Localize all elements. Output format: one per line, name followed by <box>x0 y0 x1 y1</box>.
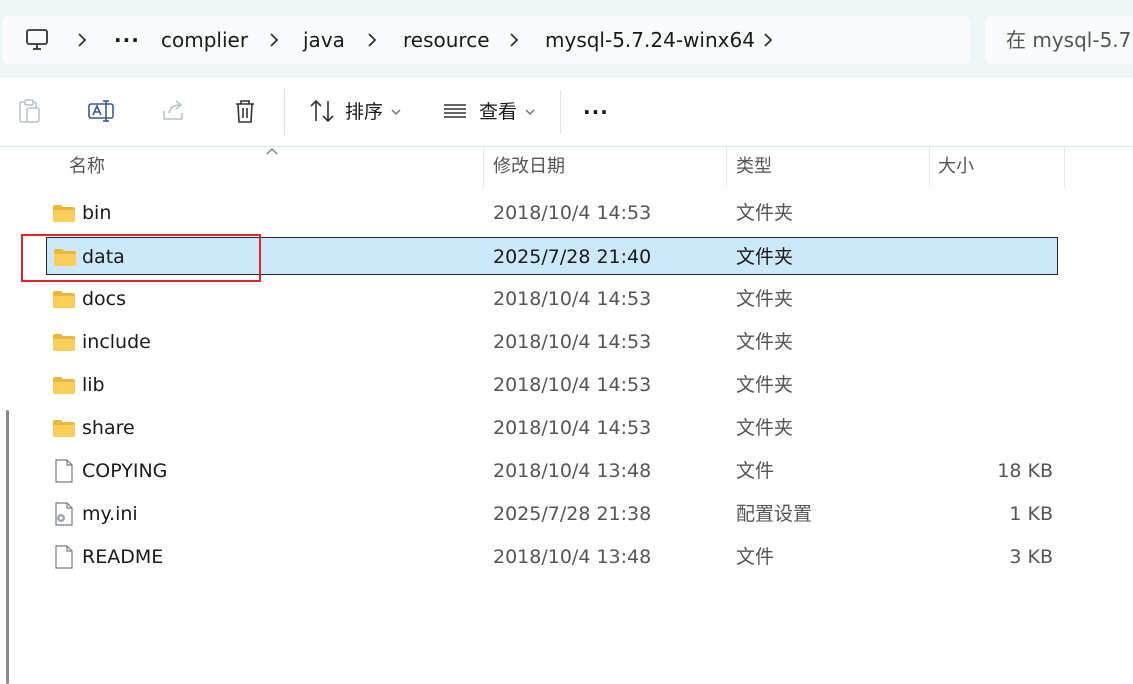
file-date: 2025/7/28 21:38 <box>493 503 652 525</box>
view-icon[interactable] <box>441 97 469 125</box>
breadcrumb-resource[interactable]: resource <box>403 16 490 64</box>
command-bar: 排序 查看 ··· <box>0 78 1133 147</box>
file-row-my-ini[interactable]: my.ini 2025/7/28 21:38 配置设置 1 KB <box>46 495 1058 533</box>
column-header-size[interactable]: 大小 <box>938 147 974 187</box>
breadcrumb-complier[interactable]: complier <box>161 16 248 64</box>
file-icon <box>55 459 73 483</box>
folder-icon <box>53 377 75 394</box>
toolbar-divider <box>284 90 285 134</box>
folder-icon <box>53 205 75 222</box>
file-size: 3 KB <box>1009 546 1053 568</box>
column-divider[interactable] <box>483 147 484 187</box>
chevron-right-icon[interactable] <box>504 30 524 50</box>
file-date: 2018/10/4 14:53 <box>493 288 652 310</box>
file-date: 2018/10/4 14:53 <box>493 331 652 353</box>
folder-icon <box>53 334 75 351</box>
column-header-name[interactable]: 名称 <box>69 147 105 187</box>
file-type: 文件夹 <box>736 331 794 353</box>
file-date: 2018/10/4 13:48 <box>493 460 652 482</box>
file-name[interactable]: docs <box>82 280 126 318</box>
file-size: 18 KB <box>997 460 1053 482</box>
file-date: 2025/7/28 21:40 <box>493 246 652 268</box>
chevron-right-icon[interactable] <box>72 30 92 50</box>
sort-icon[interactable] <box>308 97 336 125</box>
breadcrumb-overflow[interactable]: ··· <box>114 16 140 64</box>
address-bar[interactable]: ··· complier java resource mysql-5.7.24-… <box>2 16 970 64</box>
column-divider[interactable] <box>726 147 727 187</box>
sort-ascending-icon <box>266 148 278 155</box>
sort-button[interactable]: 排序 <box>345 78 383 146</box>
chevron-right-icon[interactable] <box>758 30 778 50</box>
file-date: 2018/10/4 14:53 <box>493 202 652 224</box>
file-type: 配置设置 <box>736 503 813 525</box>
file-type: 文件夹 <box>736 374 794 396</box>
search-input[interactable]: 在 mysql-5.7.24-winx64 中搜索 <box>985 16 1133 64</box>
folder-icon <box>54 249 76 266</box>
file-type: 文件夹 <box>736 417 794 439</box>
file-row-include[interactable]: include 2018/10/4 14:53 文件夹 <box>46 323 1058 361</box>
file-name[interactable]: include <box>82 323 151 361</box>
folder-icon <box>53 420 75 437</box>
file-date: 2018/10/4 13:48 <box>493 546 652 568</box>
paste-icon[interactable] <box>16 97 44 125</box>
file-row-docs[interactable]: docs 2018/10/4 14:53 文件夹 <box>46 280 1058 318</box>
file-name[interactable]: COPYING <box>82 452 167 490</box>
file-type: 文件 <box>736 460 775 482</box>
folder-icon <box>53 291 75 308</box>
scrollbar-thumb[interactable] <box>6 410 9 684</box>
file-row-readme[interactable]: README 2018/10/4 13:48 文件 3 KB <box>46 538 1058 576</box>
column-header-date[interactable]: 修改日期 <box>493 147 565 187</box>
file-row-bin[interactable]: bin 2018/10/4 14:53 文件夹 <box>46 194 1058 232</box>
file-row-copying[interactable]: COPYING 2018/10/4 13:48 文件 18 KB <box>46 452 1058 490</box>
file-name[interactable]: data <box>82 238 125 276</box>
chevron-down-icon[interactable] <box>391 108 401 116</box>
file-icon <box>55 545 73 569</box>
file-type: 文件夹 <box>736 246 794 268</box>
file-size: 1 KB <box>1009 503 1053 525</box>
more-options-button[interactable]: ··· <box>583 78 609 146</box>
file-date: 2018/10/4 14:53 <box>493 374 652 396</box>
file-date: 2018/10/4 14:53 <box>493 417 652 439</box>
file-type: 文件 <box>736 546 775 568</box>
settings-file-icon <box>55 502 73 526</box>
file-name[interactable]: bin <box>82 194 111 232</box>
breadcrumb-mysql[interactable]: mysql-5.7.24-winx64 <box>545 16 755 64</box>
file-name[interactable]: my.ini <box>82 495 138 533</box>
chevron-right-icon[interactable] <box>264 30 284 50</box>
file-list: 名称 修改日期 类型 大小 bin 2018/10/4 14:53 文件夹 data 2… <box>22 147 1133 684</box>
view-button[interactable]: 查看 <box>479 78 517 146</box>
chevron-right-icon[interactable] <box>362 30 382 50</box>
rename-icon[interactable] <box>87 97 115 125</box>
search-placeholder: 在 mysql-5.7.24-winx64 中搜索 <box>1006 28 1133 52</box>
file-name[interactable]: lib <box>82 366 105 404</box>
address-strip: ··· complier java resource mysql-5.7.24-… <box>0 0 1133 78</box>
file-name[interactable]: share <box>82 409 135 447</box>
breadcrumb-java[interactable]: java <box>303 16 345 64</box>
column-divider[interactable] <box>929 147 930 187</box>
column-header-type[interactable]: 类型 <box>736 147 772 187</box>
file-type: 文件夹 <box>736 202 794 224</box>
delete-icon[interactable] <box>231 97 259 125</box>
file-name[interactable]: README <box>82 538 163 576</box>
column-divider[interactable] <box>1064 147 1065 187</box>
file-row-data[interactable]: data 2025/7/28 21:40 文件夹 <box>46 237 1058 275</box>
computer-icon[interactable] <box>24 28 50 52</box>
toolbar-divider <box>560 90 561 134</box>
share-icon[interactable] <box>160 97 188 125</box>
chevron-down-icon[interactable] <box>525 108 535 116</box>
file-type: 文件夹 <box>736 288 794 310</box>
file-row-lib[interactable]: lib 2018/10/4 14:53 文件夹 <box>46 366 1058 404</box>
file-row-share[interactable]: share 2018/10/4 14:53 文件夹 <box>46 409 1058 447</box>
vertical-scrollbar[interactable] <box>0 147 22 684</box>
